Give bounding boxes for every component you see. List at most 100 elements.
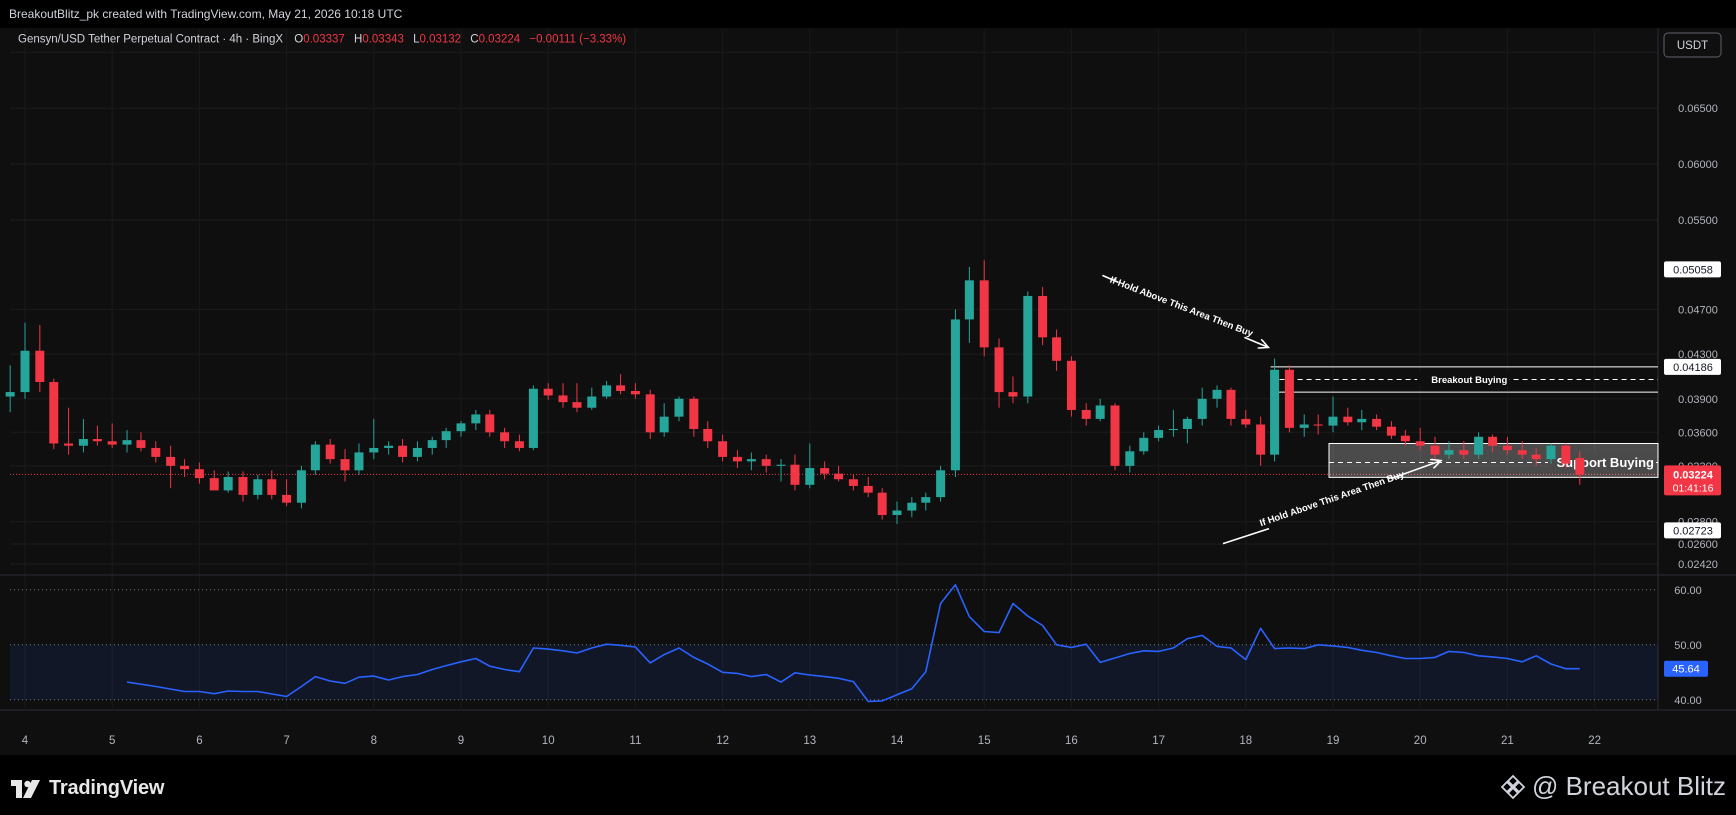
candle-up[interactable]: [412, 441, 422, 462]
candle-down[interactable]: [1313, 414, 1323, 435]
candle-down[interactable]: [1110, 403, 1120, 471]
candle-up[interactable]: [1328, 396, 1338, 433]
candle-up[interactable]: [776, 459, 786, 482]
candle-down[interactable]: [1052, 329, 1062, 371]
candle-down[interactable]: [994, 338, 1004, 408]
candle-down[interactable]: [820, 461, 830, 480]
candle-up[interactable]: [1270, 358, 1280, 462]
candle-up[interactable]: [936, 465, 946, 502]
candle-down[interactable]: [398, 439, 408, 463]
candle-up[interactable]: [964, 266, 974, 343]
candle-down[interactable]: [238, 471, 248, 502]
candle-down[interactable]: [340, 449, 350, 482]
candle-down[interactable]: [282, 479, 292, 507]
candle-up[interactable]: [427, 436, 437, 455]
candle-up[interactable]: [1197, 387, 1207, 426]
candle-up[interactable]: [20, 322, 30, 399]
candle-down[interactable]: [689, 396, 699, 437]
candle-down[interactable]: [572, 383, 582, 413]
candle-up[interactable]: [1125, 445, 1135, 473]
candle-down[interactable]: [1241, 409, 1251, 428]
candle-down[interactable]: [645, 389, 655, 440]
candle-up[interactable]: [5, 365, 15, 413]
candle-up[interactable]: [1023, 291, 1033, 404]
candle-up[interactable]: [310, 441, 320, 475]
candle-down[interactable]: [92, 425, 102, 446]
candle-up[interactable]: [1139, 432, 1149, 455]
candle-down[interactable]: [151, 441, 161, 463]
candle-up[interactable]: [1357, 409, 1367, 431]
candle-down[interactable]: [1343, 407, 1353, 426]
candle-up[interactable]: [892, 501, 902, 524]
rsi-axis[interactable]: 60.00 50.00 40.00 45.64: [1664, 585, 1708, 707]
candle-down[interactable]: [49, 378, 59, 450]
candle-up[interactable]: [223, 471, 233, 493]
candle-up[interactable]: [253, 474, 263, 500]
candle-up[interactable]: [602, 380, 612, 399]
candle-down[interactable]: [1386, 421, 1396, 440]
current-price-badge[interactable]: 0.0322401:41:16: [1664, 465, 1721, 496]
price-marker[interactable]: 0.02723: [1664, 522, 1721, 539]
candle-up[interactable]: [441, 427, 451, 448]
candle-down[interactable]: [107, 423, 117, 448]
candle-down[interactable]: [136, 432, 146, 452]
candle-up[interactable]: [921, 492, 931, 511]
candle-up[interactable]: [659, 403, 669, 437]
candle-down[interactable]: [1284, 365, 1294, 433]
candle-down[interactable]: [761, 454, 771, 473]
price-axis[interactable]: 0.070000.065000.060000.055000.047000.043…: [1664, 47, 1721, 571]
price-marker[interactable]: 0.05058: [1664, 261, 1721, 278]
time-axis[interactable]: 4 5 6 7 8 9 10 11 12 13 14 15 16 17 18 19 20 21 22: [22, 735, 1601, 747]
tradingview-logo[interactable]: TradingView: [11, 777, 164, 800]
candle-up[interactable]: [1095, 398, 1105, 422]
candle-up[interactable]: [1182, 416, 1192, 444]
candle-down[interactable]: [500, 427, 510, 448]
candle-down[interactable]: [1081, 403, 1091, 426]
rsi-value-badge[interactable]: 45.64: [1664, 660, 1708, 677]
candle-down[interactable]: [877, 488, 887, 520]
chart-area[interactable]: Breakout Buying Support Buying If Hold Ab…: [0, 28, 1736, 755]
candle-up[interactable]: [354, 443, 364, 475]
candle-up[interactable]: [1154, 425, 1164, 442]
candle-down[interactable]: [1038, 287, 1048, 346]
candle-down[interactable]: [979, 260, 989, 357]
candle-down[interactable]: [35, 325, 45, 393]
candle-up[interactable]: [78, 418, 88, 453]
candle-down[interactable]: [616, 374, 626, 395]
candle-down[interactable]: [834, 465, 844, 482]
candle-up[interactable]: [122, 430, 132, 453]
candle-up[interactable]: [1299, 414, 1309, 437]
candle-down[interactable]: [166, 445, 176, 489]
candle-up[interactable]: [746, 452, 756, 471]
currency-button[interactable]: USDT: [1663, 32, 1722, 58]
candle-down[interactable]: [1226, 387, 1236, 426]
candle-up[interactable]: [1212, 385, 1222, 408]
candle-down[interactable]: [630, 383, 640, 399]
price-marker[interactable]: 0.04186: [1664, 358, 1721, 375]
chart-svg[interactable]: Breakout Buying Support Buying If Hold Ab…: [0, 28, 1736, 755]
candle-up[interactable]: [296, 465, 306, 509]
candle-down[interactable]: [209, 470, 219, 491]
candle-up[interactable]: [950, 309, 960, 478]
candle-down[interactable]: [790, 454, 800, 491]
candle-up[interactable]: [674, 396, 684, 422]
candle-up[interactable]: [384, 441, 394, 455]
candle-up[interactable]: [456, 421, 466, 437]
candle-down[interactable]: [1372, 414, 1382, 431]
candle-down[interactable]: [543, 383, 553, 400]
candle-down[interactable]: [703, 421, 713, 448]
candle-up[interactable]: [587, 387, 597, 410]
candle-down[interactable]: [514, 434, 524, 452]
candle-down[interactable]: [64, 407, 74, 455]
candle-up[interactable]: [471, 409, 481, 431]
candle-down[interactable]: [558, 383, 568, 408]
candle-up[interactable]: [907, 497, 917, 518]
candle-down[interactable]: [848, 474, 858, 491]
candle-down[interactable]: [1066, 356, 1076, 417]
candle-down[interactable]: [325, 439, 335, 464]
candle-up[interactable]: [528, 385, 538, 451]
candle-down[interactable]: [718, 434, 728, 462]
candle-down[interactable]: [1256, 416, 1266, 466]
candle-up[interactable]: [369, 418, 379, 460]
candle-down[interactable]: [863, 477, 873, 498]
